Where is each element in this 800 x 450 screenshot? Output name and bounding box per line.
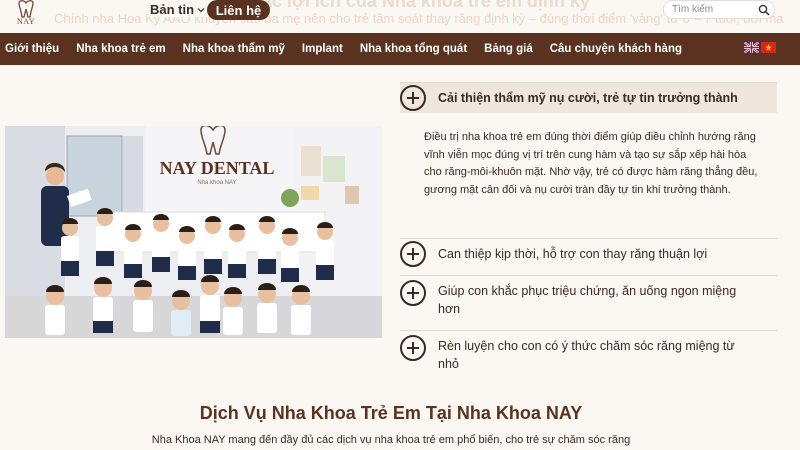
main-navigation: Giới thiệu Nha khoa trẻ em Nha khoa thẩm…	[0, 33, 800, 65]
clinic-sign-text: NAY DENTAL	[160, 158, 275, 178]
en-flag-icon[interactable]	[744, 42, 759, 53]
accordion-divider	[400, 275, 777, 276]
accordion-title: Cải thiện thẩm mỹ nụ cười, trẻ tự tin tr…	[438, 91, 738, 105]
news-menu[interactable]: Bản tin	[148, 2, 208, 17]
nav-item-kids-dentistry[interactable]: Nha khoa trẻ em	[76, 43, 165, 55]
clinic-sign-subtext: Nha khoa NAY	[197, 180, 236, 186]
accordion-item-aesthetics[interactable]: Cải thiện thẩm mỹ nụ cười, trẻ tự tin tr…	[400, 83, 777, 113]
site-logo[interactable]: NAY	[8, 0, 44, 32]
plus-icon	[400, 85, 426, 111]
nav-item-general-dentistry[interactable]: Nha khoa tổng quát	[360, 43, 467, 55]
plus-icon	[400, 335, 426, 361]
accordion-divider	[400, 238, 777, 239]
chevron-down-icon	[197, 7, 205, 12]
top-bar: ...ng các lợi ích của Nha khoa trẻ em đị…	[0, 0, 800, 34]
accordion-item-oral-care-habits[interactable]: Rèn luyện cho con có ý thức chăm sóc răn…	[400, 335, 777, 373]
nav-item-implant[interactable]: Implant	[302, 43, 343, 55]
accordion-divider	[400, 330, 777, 331]
nav-item-customer-stories[interactable]: Câu chuyện khách hàng	[550, 43, 682, 55]
tooth-logo-icon	[18, 0, 34, 18]
accordion-item-timely-intervention[interactable]: Can thiệp kịp thời, hỗ trợ con thay răng…	[400, 241, 777, 267]
section-description: Nha Khoa NAY mang đến đầy đủ các dịch vụ…	[151, 434, 631, 446]
section-heading: Dịch Vụ Nha Khoa Trẻ Em Tại Nha Khoa NAY	[199, 403, 583, 423]
clinic-group-photo: NAY DENTAL Nha khoa NAY	[5, 126, 382, 338]
accordion-title: Rèn luyện cho con có ý thức chăm sóc răn…	[438, 339, 735, 371]
nav-item-about[interactable]: Giới thiệu	[5, 43, 59, 55]
search-box	[663, 0, 775, 19]
accordion-title: Giúp con khắc phục triệu chứng, ăn uống …	[438, 284, 737, 316]
accordion-title: Can thiệp kịp thời, hỗ trợ con thay răng…	[438, 247, 708, 261]
search-icon[interactable]	[758, 4, 770, 16]
search-input[interactable]	[672, 4, 756, 15]
news-label: Bản tin	[150, 2, 195, 17]
accordion-item-symptom-relief[interactable]: Giúp con khắc phục triệu chứng, ăn uống …	[400, 280, 777, 318]
kids-at-clinic-illustration: NAY DENTAL Nha khoa NAY	[5, 126, 382, 338]
contact-button[interactable]: Liên hệ	[207, 0, 270, 20]
nav-item-cosmetic-dentistry[interactable]: Nha khoa thẩm mỹ	[183, 43, 285, 55]
plus-icon	[400, 280, 426, 306]
vn-flag-icon[interactable]	[761, 42, 776, 53]
logo-text: NAY	[16, 17, 36, 26]
nav-item-price-list[interactable]: Bảng giá	[484, 43, 533, 55]
language-switcher	[744, 42, 776, 53]
plus-icon	[400, 241, 426, 267]
accordion-body-text: Điều trị nha khoa trẻ em đúng thời điểm …	[424, 131, 758, 196]
